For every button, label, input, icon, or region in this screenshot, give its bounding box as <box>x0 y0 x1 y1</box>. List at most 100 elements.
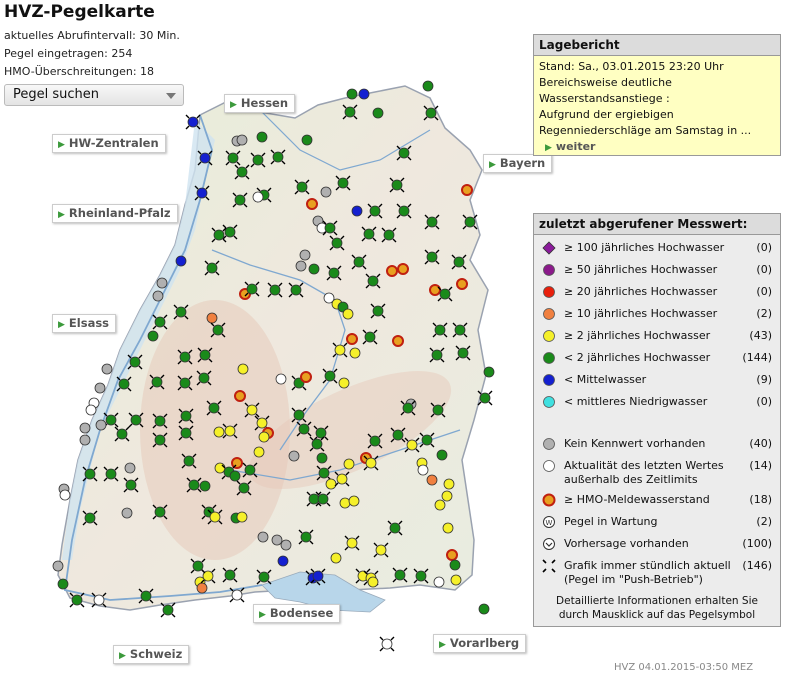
gauge-marker[interactable] <box>389 177 405 193</box>
gauge-marker[interactable] <box>229 470 241 482</box>
gauge-marker[interactable] <box>270 149 286 165</box>
gauge-marker[interactable] <box>256 131 268 143</box>
gauge-search-select[interactable]: Pegel suchen <box>4 84 184 106</box>
gauge-marker[interactable] <box>127 354 143 370</box>
gauge-marker[interactable] <box>152 413 168 429</box>
gauge-marker[interactable] <box>367 576 379 588</box>
gauge-marker[interactable] <box>152 432 168 448</box>
gauge-marker[interactable] <box>199 480 211 492</box>
gauge-marker[interactable] <box>236 134 248 146</box>
gauge-marker[interactable] <box>413 568 429 584</box>
gauge-marker[interactable] <box>434 499 446 511</box>
gauge-marker[interactable] <box>397 263 409 275</box>
gauge-marker[interactable] <box>430 402 446 418</box>
gauge-marker[interactable] <box>367 433 383 449</box>
gauge-marker[interactable] <box>232 192 248 208</box>
gauge-marker[interactable] <box>381 227 397 243</box>
gauge-marker[interactable] <box>478 603 490 615</box>
gauge-marker[interactable] <box>326 265 342 281</box>
gauge-marker[interactable] <box>82 466 98 482</box>
gauge-marker[interactable] <box>306 198 318 210</box>
gauge-marker[interactable] <box>365 273 381 289</box>
gauge-marker[interactable] <box>429 347 445 363</box>
gauge-marker[interactable] <box>424 214 440 230</box>
gauge-marker[interactable] <box>101 363 113 375</box>
gauge-marker[interactable] <box>291 407 307 423</box>
gauge-marker[interactable] <box>123 477 139 493</box>
gauge-marker[interactable] <box>320 186 332 198</box>
gauge-marker[interactable] <box>181 453 197 469</box>
gauge-marker[interactable] <box>322 220 338 236</box>
gauge-marker[interactable] <box>309 436 325 452</box>
gauge-marker[interactable] <box>419 432 435 448</box>
gauge-marker[interactable] <box>267 282 283 298</box>
gauge-marker[interactable] <box>222 423 238 439</box>
nav-hessen[interactable]: ▶ Hessen <box>224 94 296 113</box>
gauge-marker[interactable] <box>225 150 241 166</box>
gauge-marker[interactable] <box>316 465 332 481</box>
gauge-marker[interactable] <box>358 88 370 100</box>
gauge-marker[interactable] <box>156 277 168 289</box>
gauge-marker[interactable] <box>196 370 212 386</box>
gauge-marker[interactable] <box>222 224 238 240</box>
gauge-marker[interactable] <box>82 510 98 526</box>
gauge-marker[interactable] <box>231 457 243 469</box>
gauge-marker[interactable] <box>147 330 159 342</box>
gauge-marker[interactable] <box>196 582 208 594</box>
gauge-marker[interactable] <box>236 480 252 496</box>
gauge-marker[interactable] <box>351 205 363 217</box>
nav-vorarlberg[interactable]: ▶ Vorarlberg <box>433 634 527 653</box>
gauge-marker[interactable] <box>121 507 133 519</box>
gauge-marker[interactable] <box>256 569 272 585</box>
nav-hw-zentralen[interactable]: ▶ HW-Zentralen <box>52 134 166 153</box>
gauge-marker[interactable] <box>483 366 495 378</box>
gauge-marker[interactable] <box>343 458 355 470</box>
gauge-marker[interactable] <box>298 529 314 545</box>
gauge-marker[interactable] <box>244 402 260 418</box>
gauge-marker[interactable] <box>310 568 326 584</box>
gauge-marker[interactable] <box>346 88 358 100</box>
gauge-marker[interactable] <box>94 382 106 394</box>
gauge-marker[interactable] <box>423 105 439 121</box>
gauge-marker[interactable] <box>95 419 107 431</box>
gauge-marker[interactable] <box>59 489 71 501</box>
gauge-marker[interactable] <box>186 477 202 493</box>
gauge-marker[interactable] <box>91 592 107 608</box>
gauge-marker[interactable] <box>242 462 258 478</box>
gauge-marker[interactable] <box>392 335 404 347</box>
gauge-marker[interactable] <box>426 474 438 486</box>
gauge-marker[interactable] <box>362 329 378 345</box>
gauge-marker[interactable] <box>299 249 311 261</box>
gauge-marker[interactable] <box>429 284 441 296</box>
gauge-marker[interactable] <box>379 636 395 652</box>
gauge-marker[interactable] <box>313 425 329 441</box>
gauge-marker[interactable] <box>404 437 420 453</box>
gauge-marker[interactable] <box>316 452 328 464</box>
gauge-marker[interactable] <box>234 164 250 180</box>
gauge-marker[interactable] <box>456 278 468 290</box>
gauge-marker[interactable] <box>257 531 269 543</box>
gauge-marker[interactable] <box>194 185 210 201</box>
gauge-marker[interactable] <box>433 576 445 588</box>
gauge-marker[interactable] <box>450 574 462 586</box>
gauge-marker[interactable] <box>335 175 351 191</box>
nav-elsass[interactable]: ▶ Elsass <box>52 314 117 333</box>
gauge-marker[interactable] <box>258 431 270 443</box>
gauge-marker[interactable] <box>250 152 266 168</box>
gauge-marker[interactable] <box>210 322 226 338</box>
gauge-marker[interactable] <box>57 578 69 590</box>
gauge-marker[interactable] <box>138 588 154 604</box>
gauge-marker[interactable] <box>237 363 249 375</box>
gauge-marker[interactable] <box>177 349 193 365</box>
gauge-marker[interactable] <box>390 427 406 443</box>
gauge-marker[interactable] <box>211 227 227 243</box>
gauge-marker[interactable] <box>222 567 238 583</box>
gauge-marker[interactable] <box>346 333 358 345</box>
gauge-marker[interactable] <box>330 552 342 564</box>
gauge-marker[interactable] <box>124 462 136 474</box>
gauge-marker[interactable] <box>400 400 416 416</box>
gauge-marker[interactable] <box>441 490 453 502</box>
gauge-marker[interactable] <box>446 549 458 561</box>
gauge-marker[interactable] <box>206 400 222 416</box>
gauge-marker[interactable] <box>386 265 398 277</box>
